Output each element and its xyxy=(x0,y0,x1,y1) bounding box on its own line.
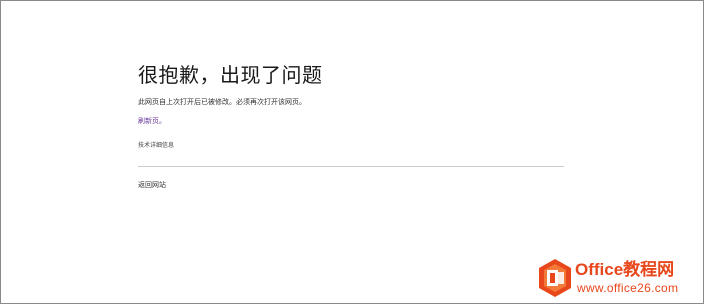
error-content: 很抱歉，出现了问题 此网页自上次打开后已被修改。必须再次打开该网页。 刷新页。 … xyxy=(138,61,564,191)
error-message: 此网页自上次打开后已被修改。必须再次打开该网页。 xyxy=(138,98,306,106)
site-watermark: Office教程网 www.office26.com xyxy=(537,258,701,298)
watermark-url: www.office26.com xyxy=(577,281,679,295)
back-to-site-link[interactable]: 返回网站 xyxy=(138,179,166,191)
browser-page: 很抱歉，出现了问题 此网页自上次打开后已被修改。必须再次打开该网页。 刷新页。 … xyxy=(0,0,704,304)
office-logo-icon xyxy=(539,259,571,297)
technical-details-toggle[interactable]: 技术详细信息 xyxy=(138,141,564,151)
watermark-brand: Office教程网 xyxy=(575,260,675,279)
divider xyxy=(138,166,564,167)
refresh-page-link[interactable]: 刷新页。 xyxy=(138,115,166,127)
error-title: 很抱歉，出现了问题 xyxy=(138,63,323,87)
